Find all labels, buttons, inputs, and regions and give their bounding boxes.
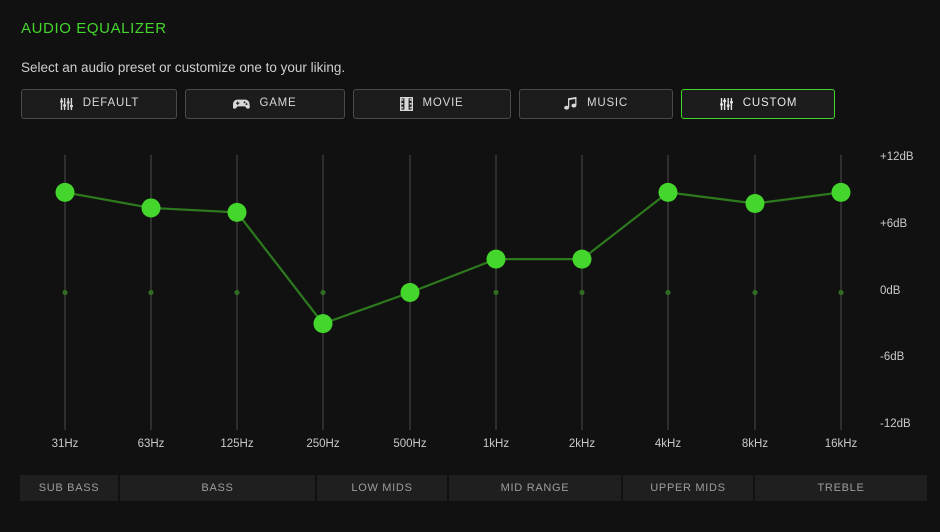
x-axis-tick-500Hz: 500Hz xyxy=(393,438,427,450)
preset-button-default[interactable]: DEFAULT xyxy=(21,89,177,119)
eq-curve xyxy=(64,191,842,325)
zero-reference-dot xyxy=(62,289,68,296)
y-axis-tick: +6dB xyxy=(880,217,908,230)
x-axis-tick-1kHz: 1kHz xyxy=(482,438,510,450)
zero-reference-dot xyxy=(148,289,154,296)
y-axis-tick: -6dB xyxy=(880,351,905,364)
band-label-mid-range: MID RANGE xyxy=(449,475,621,501)
band-label-low-mids: LOW MIDS xyxy=(317,475,447,501)
frequency-band-strip: SUB BASS BASS LOW MIDS MID RANGE UPPER MIDS T… xyxy=(20,475,927,501)
x-axis-tick-63Hz: 63Hz xyxy=(137,438,165,450)
eq-handle-16kHz[interactable] xyxy=(831,182,851,202)
sliders-icon xyxy=(59,97,74,111)
preset-label-music: MUSIC xyxy=(586,97,629,110)
band-label-treble: TREBLE xyxy=(755,475,927,501)
page-subtitle: Select an audio preset or customize one … xyxy=(21,60,346,75)
zero-reference-dot xyxy=(579,289,585,296)
zero-reference-dot xyxy=(493,289,499,296)
equalizer-plot[interactable] xyxy=(0,140,940,440)
audio-equalizer-panel: AUDIO EQUALIZER Select an audio preset o… xyxy=(0,0,940,532)
y-axis-tick: +12dB xyxy=(880,151,914,163)
preset-button-game[interactable]: GAME xyxy=(185,89,345,119)
film-icon xyxy=(400,97,414,111)
eq-handle-31Hz[interactable] xyxy=(55,182,75,202)
preset-button-music[interactable]: MUSIC xyxy=(519,89,673,119)
eq-handle-8kHz[interactable] xyxy=(745,194,765,213)
eq-handle-500Hz[interactable] xyxy=(400,283,420,302)
x-axis-tick-125Hz: 125Hz xyxy=(220,438,254,450)
preset-label-custom: CUSTOM xyxy=(742,97,798,110)
preset-label-default: DEFAULT xyxy=(82,97,140,110)
zero-reference-dot xyxy=(665,289,671,296)
x-axis-tick-250Hz: 250Hz xyxy=(306,438,340,450)
eq-handle-63Hz[interactable] xyxy=(141,198,161,218)
preset-button-custom[interactable]: CUSTOM xyxy=(681,89,835,119)
y-axis-tick: -12dB xyxy=(880,418,911,430)
band-label-sub-bass: SUB BASS xyxy=(20,475,118,501)
zero-reference-dot xyxy=(752,289,758,296)
y-axis-tick: 0dB xyxy=(880,284,901,297)
preset-button-group: DEFAULT GAME MOVIE MUSIC CUSTOM xyxy=(21,89,835,119)
eq-handle-250Hz[interactable] xyxy=(313,314,333,334)
band-label-bass: BASS xyxy=(120,475,315,501)
eq-handle-4kHz[interactable] xyxy=(658,182,678,202)
music-note-icon xyxy=(564,97,578,111)
zero-reference-dot xyxy=(838,289,844,296)
page-title: AUDIO EQUALIZER xyxy=(21,20,167,37)
x-axis-tick-8kHz: 8kHz xyxy=(741,438,769,450)
preset-label-movie: MOVIE xyxy=(422,97,464,110)
x-axis-labels: 31Hz 63Hz 125Hz 250Hz 500Hz 1kHz 2kHz 4kHz 8kHz 1… xyxy=(0,438,940,458)
gamepad-icon xyxy=(233,98,251,110)
zero-reference-dot xyxy=(320,289,326,296)
x-axis-tick-31Hz: 31Hz xyxy=(51,438,79,450)
x-axis-tick-16kHz: 16kHz xyxy=(824,438,858,450)
eq-handle-2kHz[interactable] xyxy=(572,249,592,269)
preset-button-movie[interactable]: MOVIE xyxy=(353,89,511,119)
x-axis-tick-4kHz: 4kHz xyxy=(654,438,682,450)
y-axis-labels: +12dB +6dB 0dB -6dB -12dB xyxy=(880,140,940,440)
eq-handle-125Hz[interactable] xyxy=(227,202,247,222)
preset-label-game: GAME xyxy=(259,97,297,110)
x-axis-tick-2kHz: 2kHz xyxy=(568,438,596,450)
sliders-icon xyxy=(719,97,734,111)
eq-handle-1kHz[interactable] xyxy=(486,249,506,269)
band-label-upper-mids: UPPER MIDS xyxy=(623,475,753,501)
equalizer-graph[interactable] xyxy=(0,140,940,440)
zero-reference-dot xyxy=(234,289,240,296)
